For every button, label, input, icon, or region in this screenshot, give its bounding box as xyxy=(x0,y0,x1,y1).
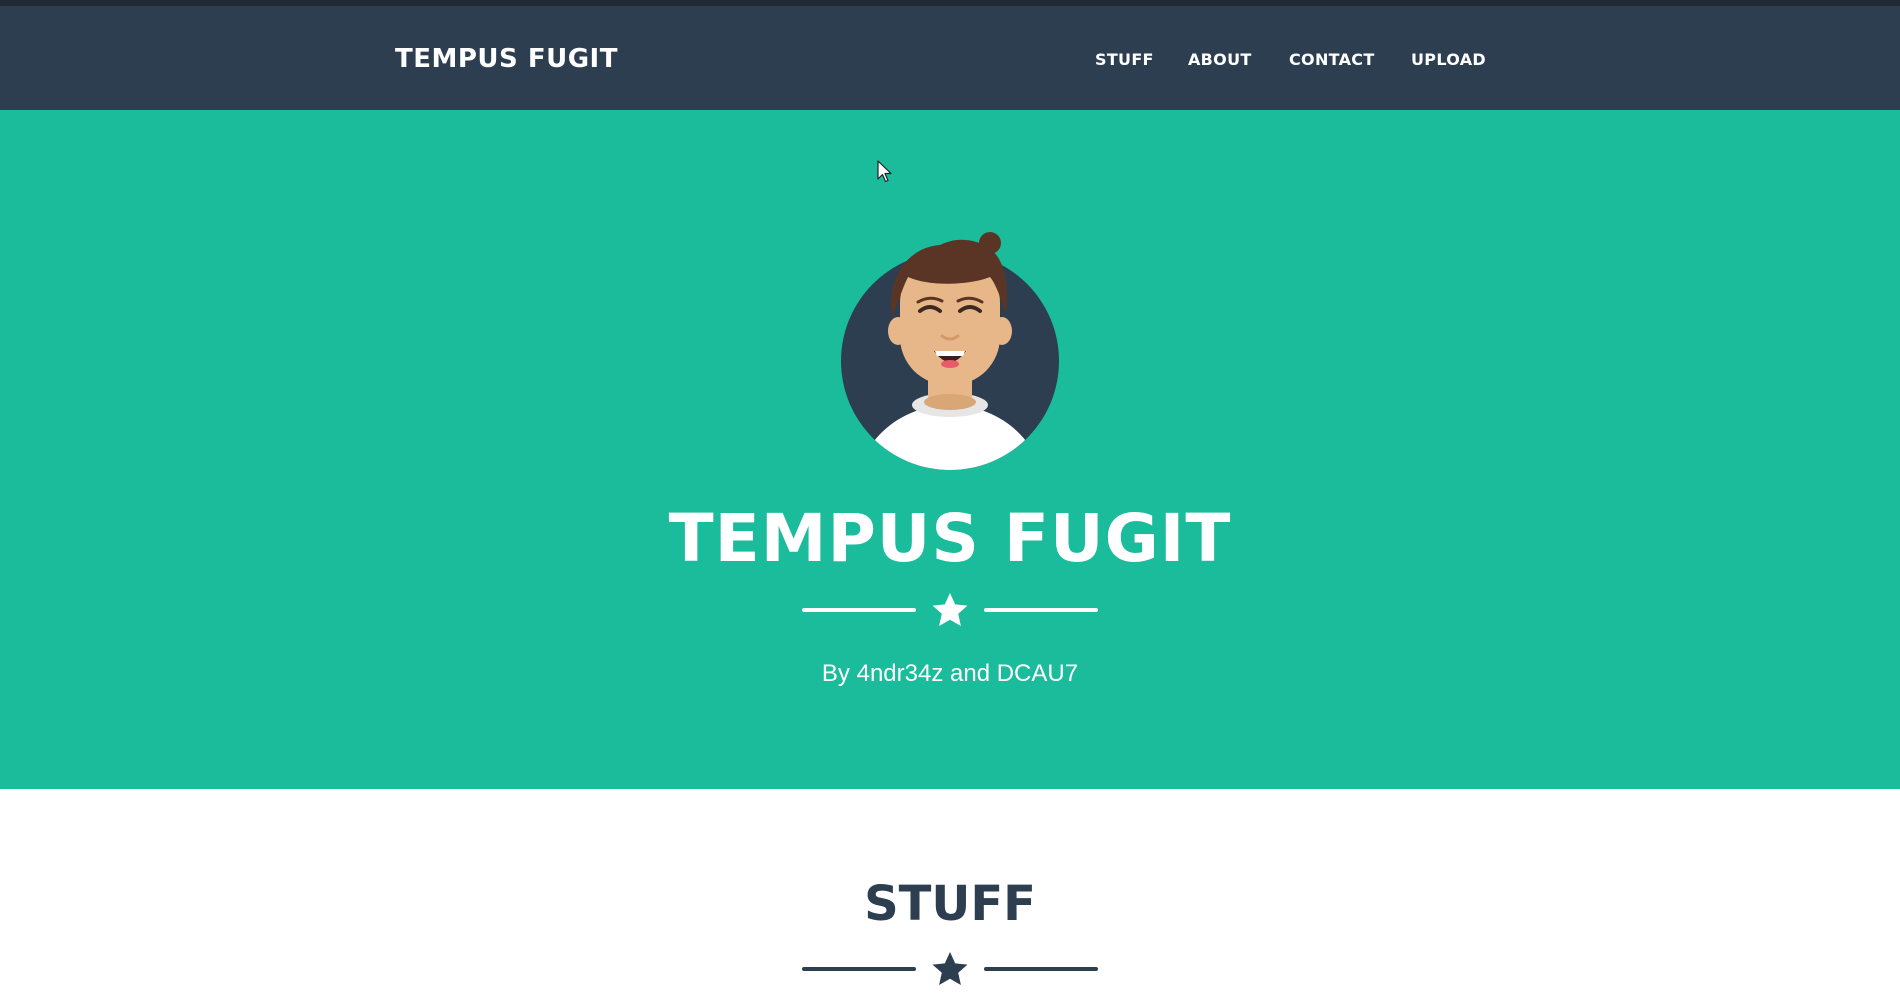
brand-link[interactable]: TEMPUS FUGIT xyxy=(395,44,618,74)
smiling-person-avatar-icon xyxy=(830,205,1070,485)
mouse-cursor-icon xyxy=(877,160,893,184)
hero-star-divider xyxy=(0,590,1900,630)
nav-item-upload[interactable]: UPLOAD xyxy=(1411,50,1486,69)
nav-item-contact[interactable]: CONTACT xyxy=(1289,50,1375,69)
star-icon xyxy=(932,593,968,626)
stuff-star-divider xyxy=(0,949,1900,989)
stuff-section-title: STUFF xyxy=(864,876,1036,932)
nav-item-about[interactable]: ABOUT xyxy=(1188,50,1252,69)
star-icon xyxy=(932,952,968,985)
hero-title: TEMPUS FUGIT xyxy=(668,500,1232,577)
hero-section: TEMPUS FUGIT By 4ndr34z and DCAU7 xyxy=(0,110,1900,789)
nav-item-stuff[interactable]: STUFF xyxy=(1095,50,1154,69)
top-navbar: TEMPUS FUGIT STUFF ABOUT CONTACT UPLOAD xyxy=(0,6,1900,110)
hero-subtitle: By 4ndr34z and DCAU7 xyxy=(821,660,1079,687)
